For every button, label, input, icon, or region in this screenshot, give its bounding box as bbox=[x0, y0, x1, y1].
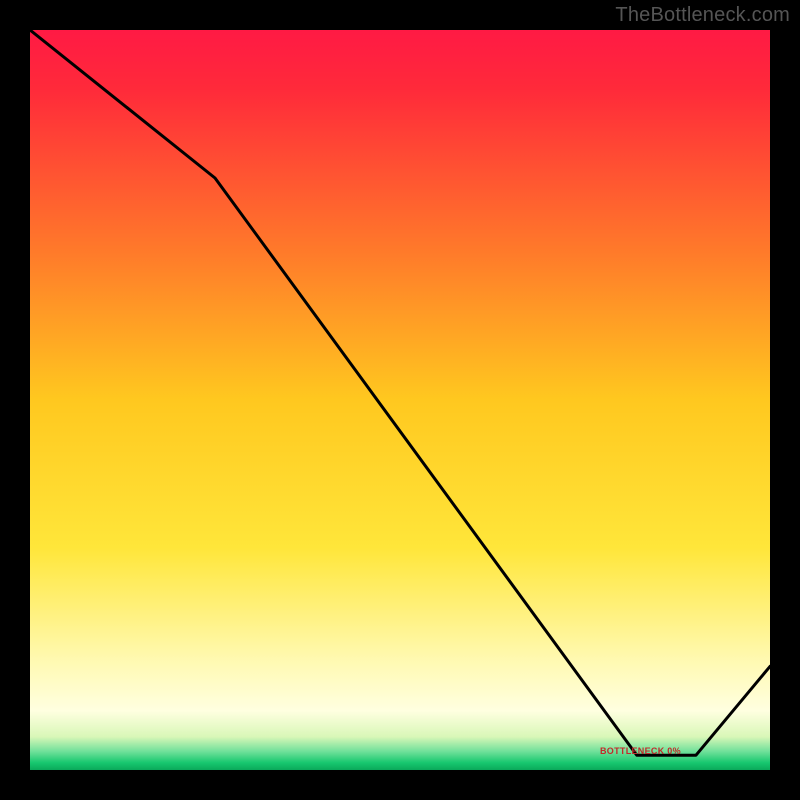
stage: TheBottleneck.com BOTTLENECK 0% bbox=[0, 0, 800, 800]
plot-frame: BOTTLENECK 0% bbox=[30, 30, 770, 770]
watermark-text: TheBottleneck.com bbox=[615, 4, 790, 27]
gradient-background bbox=[30, 30, 770, 770]
bottleneck-label: BOTTLENECK 0% bbox=[600, 746, 681, 756]
chart-svg bbox=[30, 30, 770, 770]
